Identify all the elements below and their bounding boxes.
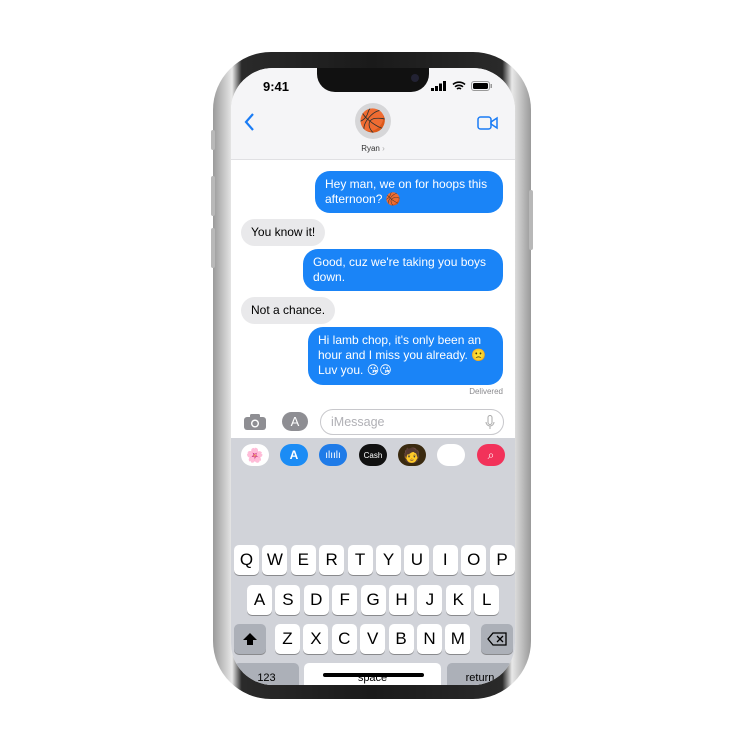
key-j[interactable]: J	[417, 585, 443, 615]
key-h[interactable]: H	[389, 585, 414, 615]
screen: 9:41 🏀 Ryan › Hey man, we on for hoops t…	[231, 68, 515, 685]
key-d[interactable]: D	[303, 585, 329, 615]
key-p[interactable]: P	[489, 545, 515, 575]
key-t[interactable]: T	[347, 545, 373, 575]
compose-bar: A iMessage	[231, 408, 515, 440]
keyboard: 🌸 A ılıılı Cash 🧑 😍 ⌕ QWERTYUIOPASDFGHJK…	[231, 438, 515, 685]
volume-down-button	[211, 228, 215, 268]
volume-up-button	[211, 176, 215, 216]
apple-cash-app-icon[interactable]: Cash	[359, 444, 387, 466]
key-q[interactable]: Q	[234, 545, 259, 575]
message-bubble-incoming[interactable]: Not a chance.	[241, 297, 336, 324]
delete-key[interactable]	[481, 624, 513, 654]
notch	[317, 68, 429, 92]
key-r[interactable]: R	[319, 545, 345, 575]
numbers-key[interactable]: 123	[234, 663, 299, 685]
battery-icon	[471, 81, 492, 91]
audio-message-app-icon[interactable]: ılıılı	[319, 444, 347, 466]
app-store-icon[interactable]: A	[282, 412, 308, 431]
key-u[interactable]: U	[404, 545, 430, 575]
key-o[interactable]: O	[461, 545, 487, 575]
key-y[interactable]: Y	[376, 545, 401, 575]
key-w[interactable]: W	[262, 545, 288, 575]
image-search-app-icon[interactable]: ⌕	[477, 444, 505, 466]
memoji-stickers-app-icon[interactable]: 😍	[437, 444, 465, 466]
key-m[interactable]: M	[445, 624, 471, 654]
key-b[interactable]: B	[388, 624, 414, 654]
wifi-icon	[452, 81, 466, 90]
key-g[interactable]: G	[360, 585, 386, 615]
message-input[interactable]: iMessage	[320, 409, 504, 435]
contact-name[interactable]: Ryan ›	[231, 144, 515, 153]
message-bubble-outgoing[interactable]: Hi lamb chop, it's only been an hour and…	[308, 327, 503, 385]
microphone-icon[interactable]	[485, 415, 495, 430]
key-z[interactable]: Z	[275, 624, 300, 654]
home-indicator	[323, 673, 424, 677]
contact-name-label: Ryan	[361, 144, 380, 153]
return-key[interactable]: return	[447, 663, 513, 685]
key-v[interactable]: V	[360, 624, 386, 654]
video-camera-icon[interactable]	[477, 115, 499, 136]
delivered-status: Delivered	[469, 387, 503, 396]
key-x[interactable]: X	[303, 624, 329, 654]
conversation-header: 9:41 🏀 Ryan ›	[231, 68, 515, 160]
side-button	[529, 190, 533, 250]
shift-key[interactable]	[234, 624, 266, 654]
key-l[interactable]: L	[474, 585, 500, 615]
camera-icon[interactable]	[243, 413, 267, 431]
message-bubble-outgoing[interactable]: Hey man, we on for hoops this afternoon?…	[315, 171, 503, 213]
key-f[interactable]: F	[332, 585, 358, 615]
status-icons	[431, 81, 493, 91]
status-time: 9:41	[263, 79, 290, 94]
cellular-signal-icon	[431, 81, 446, 91]
message-bubble-incoming[interactable]: You know it!	[241, 219, 326, 246]
key-a[interactable]: A	[247, 585, 272, 615]
mute-switch	[211, 130, 215, 150]
key-e[interactable]: E	[290, 545, 316, 575]
shift-arrow-icon	[243, 633, 257, 645]
key-i[interactable]: I	[432, 545, 458, 575]
key-s[interactable]: S	[275, 585, 301, 615]
memoji-app-icon[interactable]: 🧑	[398, 444, 426, 466]
key-n[interactable]: N	[417, 624, 442, 654]
app-store-app-icon[interactable]: A	[280, 444, 308, 466]
key-k[interactable]: K	[445, 585, 471, 615]
chevron-left-icon[interactable]	[243, 112, 255, 138]
photos-app-icon[interactable]: 🌸	[241, 444, 269, 466]
key-c[interactable]: C	[331, 624, 357, 654]
backspace-icon	[487, 632, 507, 646]
avatar[interactable]: 🏀	[355, 103, 391, 139]
message-bubble-outgoing[interactable]: Good, cuz we're taking you boys down.	[303, 249, 503, 291]
